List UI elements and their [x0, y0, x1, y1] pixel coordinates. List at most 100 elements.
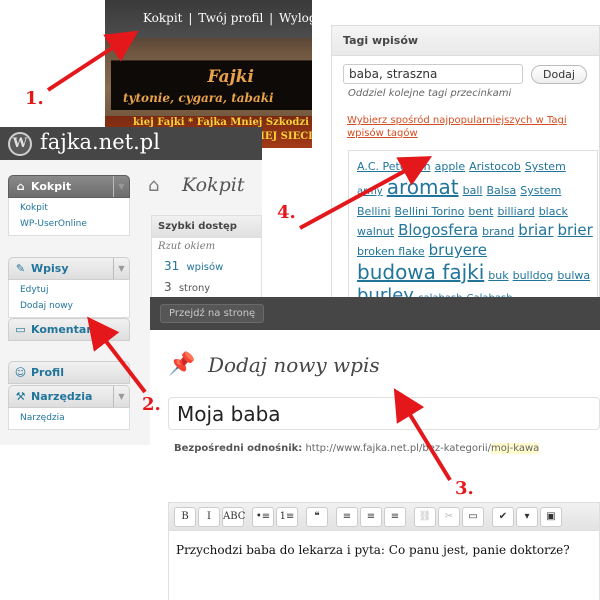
menu-label: Profil	[31, 366, 64, 379]
numbered-list-button[interactable]: 1≡	[276, 507, 298, 527]
separator: |	[188, 11, 193, 25]
menu-label: Komentarze	[31, 323, 106, 336]
menu-group-profil: ☺ Profil	[8, 361, 130, 384]
tag-link[interactable]: army	[357, 186, 383, 199]
tag-link[interactable]: brier	[558, 221, 593, 240]
tag-link[interactable]: ball	[463, 184, 483, 198]
menu-label: Kokpit	[31, 180, 72, 193]
tag-link[interactable]: broken flake	[357, 245, 425, 259]
tag-input[interactable]	[343, 64, 523, 84]
tag-link[interactable]: Balsa	[486, 184, 516, 198]
editor-content[interactable]: Przychodzi baba do lekarza i pyta: Co pa…	[169, 531, 599, 557]
users-icon: ☺	[14, 366, 27, 379]
chevron-down-icon[interactable]: ▼	[113, 386, 129, 407]
menu-kokpit[interactable]: ⌂ Kokpit ▼	[8, 175, 130, 198]
tag-link[interactable]: bulldog	[513, 269, 554, 283]
tag-link[interactable]: System	[520, 184, 561, 198]
page-title: Kokpit	[182, 174, 245, 196]
tools-icon: ⚒	[15, 390, 26, 403]
permalink-label: Bezpośredni odnośnik:	[174, 443, 303, 454]
posts-count: 31	[164, 259, 180, 273]
tag-link[interactable]: System	[525, 160, 566, 174]
annotation-label-4: 4.	[277, 202, 296, 223]
annotation-label-2: 2.	[142, 394, 161, 415]
site-banner: Fajki tytonie, cygara, tabaki	[111, 60, 312, 110]
tag-link[interactable]: buk	[488, 269, 508, 283]
home-icon: ⌂	[16, 180, 25, 193]
banner-subtitle: tytonie, cygara, tabaki	[123, 91, 274, 105]
submenu-item-edytuj[interactable]: Edytuj	[9, 282, 129, 298]
admin-header: Przejdź na stronę	[150, 297, 600, 330]
link-profile[interactable]: Twój profil	[198, 11, 263, 25]
tag-link[interactable]: billiard	[497, 205, 534, 219]
tag-link[interactable]: briar	[518, 221, 553, 240]
align-right-button[interactable]: ≡	[384, 507, 406, 527]
tag-link[interactable]: Bellini Torino	[395, 205, 465, 219]
posts-label: wpisów	[186, 262, 224, 273]
site-name[interactable]: fajka.net.pl	[40, 130, 160, 154]
submenu-item-narzedzia[interactable]: Narzędzia	[9, 410, 129, 426]
menu-group-kokpit: ⌂ Kokpit ▼ Kokpit WP-UserOnline	[8, 175, 130, 236]
menu-komentarze[interactable]: ▭ Komentarze	[8, 318, 130, 341]
link-button[interactable]: ⛓	[414, 507, 436, 527]
italic-button[interactable]: I	[198, 507, 220, 527]
tag-link[interactable]: bulwa	[557, 269, 590, 283]
tag-link[interactable]: Blogosfera	[398, 221, 478, 240]
submenu-wpisy: Edytuj Dodaj nowy	[8, 280, 130, 318]
admin-header: W fajka.net.pl	[0, 127, 262, 160]
link-logout[interactable]: Wyloguj	[279, 11, 312, 25]
tag-link[interactable]: bruyere	[429, 241, 487, 260]
menu-label: Narzędzia	[31, 390, 93, 403]
tag-link[interactable]: brand	[482, 225, 514, 239]
tag-link[interactable]: walnut	[357, 225, 394, 239]
new-post-screenshot: Przejdź na stronę 📌 Dodaj nowy wpis Bezp…	[150, 297, 600, 600]
bullet-list-button[interactable]: •≡	[252, 507, 274, 527]
post-title-input[interactable]	[168, 397, 600, 430]
site-header-screenshot: Kokpit | Twój profil | Wyloguj Fajki tyt…	[105, 0, 312, 148]
page-title: Dodaj nowy wpis	[208, 353, 380, 377]
menu-group-komentarze: ▭ Komentarze	[8, 318, 130, 341]
menu-narzedzia[interactable]: ⚒ Narzędzia ▼	[8, 385, 130, 408]
submenu-narzedzia: Narzędzia	[8, 408, 130, 430]
pages-count-row[interactable]: 3 strony	[152, 273, 261, 294]
popular-tags-link[interactable]: Wybierz spośród najpopularniejszych w Ta…	[347, 114, 592, 140]
tag-link[interactable]: apple	[435, 160, 466, 174]
submenu-item-useronline[interactable]: WP-UserOnline	[9, 216, 129, 232]
tag-link[interactable]: Aristocob	[469, 160, 521, 174]
tag-link[interactable]: budowa fajki	[357, 260, 484, 285]
tag-link[interactable]: A.C. Petersen	[357, 160, 431, 174]
tag-cloud: A.C. Petersen apple Aristocob System army aro…	[348, 150, 598, 304]
wordpress-logo-icon: W	[8, 132, 32, 156]
tag-link[interactable]: Bellini	[357, 205, 391, 219]
tags-box-screenshot: Tagi wpisów Dodaj Oddziel kolejne tagi p…	[331, 25, 600, 305]
spellcheck-dropdown-button[interactable]: ▾	[516, 507, 538, 527]
chevron-down-icon[interactable]: ▼	[113, 258, 129, 279]
unlink-button[interactable]: ✂	[438, 507, 460, 527]
link-kokpit[interactable]: Kokpit	[143, 11, 182, 25]
visit-site-button[interactable]: Przejdź na stronę	[160, 304, 265, 323]
comment-icon: ▭	[15, 323, 26, 336]
menu-wpisy[interactable]: ✎ Wpisy ▼	[8, 257, 130, 280]
strikethrough-button[interactable]: ABC	[222, 507, 245, 527]
chevron-down-icon[interactable]: ▼	[113, 176, 129, 197]
spellcheck-button[interactable]: ✔	[492, 507, 514, 527]
tag-link[interactable]: black	[539, 205, 568, 219]
menu-profil[interactable]: ☺ Profil	[8, 361, 130, 384]
fullscreen-button[interactable]: ▣	[540, 507, 562, 527]
align-left-button[interactable]: ≡	[336, 507, 358, 527]
permalink-slug[interactable]: moj-kawa	[491, 443, 540, 454]
align-center-button[interactable]: ≡	[360, 507, 382, 527]
permalink-url: http://www.fajka.net.pl/bez-kategorii/	[305, 443, 492, 454]
bold-button[interactable]: B	[174, 507, 196, 527]
submenu-item-dodaj-nowy[interactable]: Dodaj nowy	[9, 298, 129, 314]
tag-link[interactable]: aromat	[387, 175, 459, 200]
add-tag-button[interactable]: Dodaj	[531, 65, 587, 84]
posts-count-row[interactable]: 31 wpisów	[152, 252, 261, 273]
tags-box-title: Tagi wpisów	[332, 26, 599, 56]
more-tag-button[interactable]: ▭	[462, 507, 484, 527]
submenu-item-kokpit[interactable]: Kokpit	[9, 200, 129, 216]
permalink: Bezpośredni odnośnik: http://www.fajka.n…	[174, 443, 540, 454]
blockquote-button[interactable]: ❝	[306, 507, 328, 527]
box-title: Szybki dostęp	[152, 216, 261, 238]
tag-link[interactable]: bent	[468, 205, 493, 219]
